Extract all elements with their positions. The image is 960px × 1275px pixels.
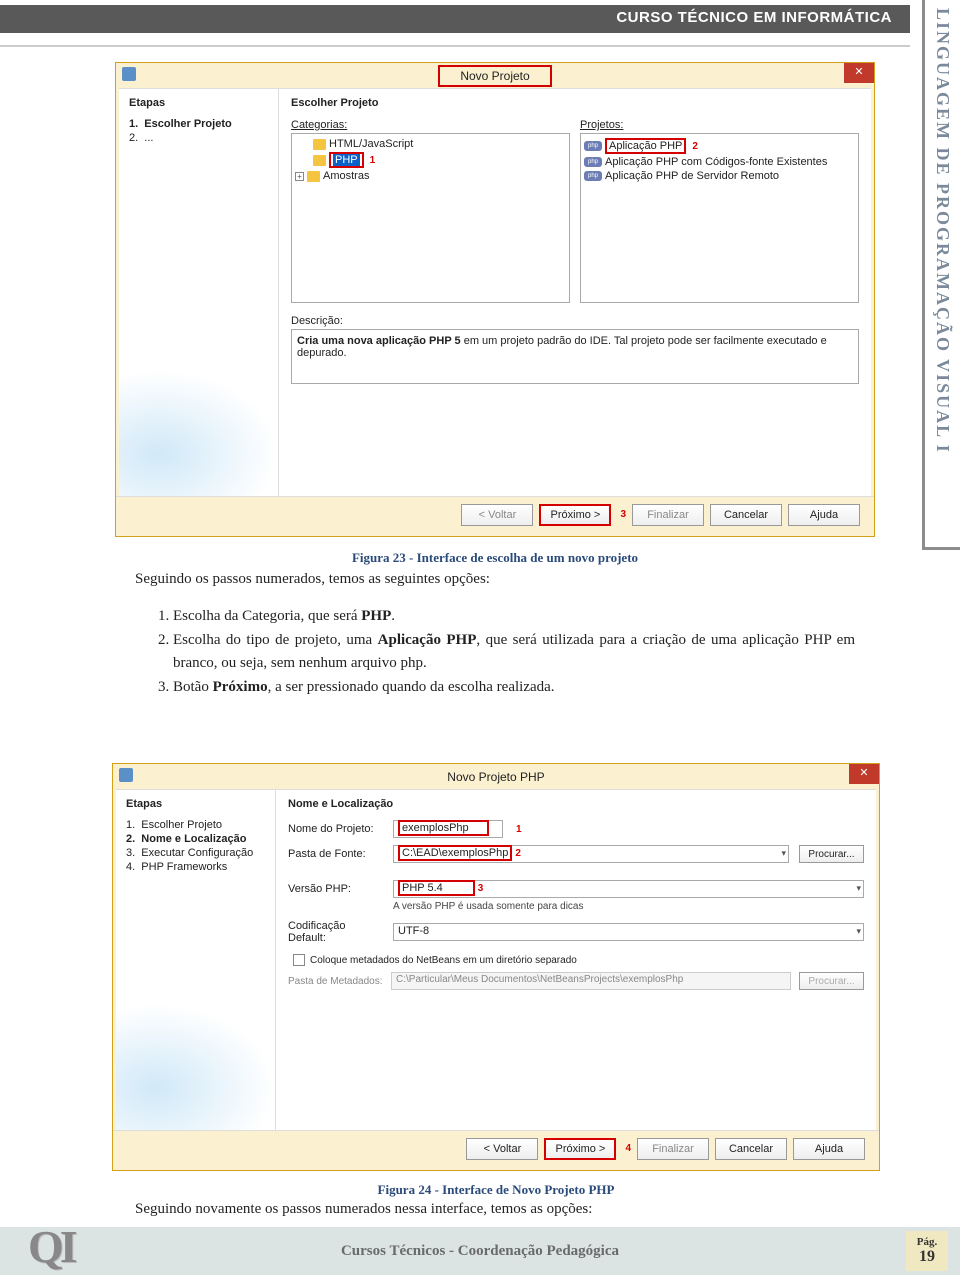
close-icon[interactable]: ✕ — [849, 764, 879, 784]
steps-heading: Etapas — [126, 798, 265, 810]
steps-panel: Etapas 1. Escolher Projeto 2. ... — [119, 89, 279, 496]
php-icon: php — [584, 157, 602, 167]
annotation-number: 4 — [625, 1143, 631, 1154]
app-icon — [122, 67, 136, 81]
help-button[interactable]: Ajuda — [793, 1138, 865, 1160]
dialog-titlebar: Novo Projeto PHP ✕ — [113, 764, 879, 789]
chevron-down-icon: ▾ — [856, 926, 861, 937]
browse-button[interactable]: Procurar... — [799, 845, 864, 863]
php-icon: php — [584, 171, 602, 181]
annotation-number: 1 — [516, 824, 522, 835]
footer-logo: QI — [28, 1220, 74, 1273]
next-button[interactable]: Próximo > — [544, 1138, 616, 1160]
step-item: 4. PHP Frameworks — [126, 860, 265, 874]
list-item: Escolha do tipo de projeto, uma Aplicaçã… — [173, 629, 855, 674]
steps-panel: Etapas 1. Escolher Projeto 2. Nome e Loc… — [116, 790, 276, 1130]
step-item: 1. Escolher Projeto — [126, 818, 265, 832]
dialog-footer: < Voltar Próximo > 3 Finalizar Cancelar … — [116, 496, 874, 532]
next-button[interactable]: Próximo > — [539, 504, 611, 526]
description-box: Cria uma nova aplicação PHP 5 em um proj… — [291, 329, 859, 384]
section-title: Escolher Projeto — [291, 97, 859, 109]
list-item: phpAplicação PHP de Servidor Remoto — [584, 169, 855, 183]
chevron-down-icon: ▾ — [856, 883, 861, 894]
annotation-number: 3 — [620, 509, 626, 520]
finish-button[interactable]: Finalizar — [637, 1138, 709, 1160]
php-icon: php — [584, 141, 602, 151]
sidebar-title-box: LINGUAGEM DE PROGRAMAÇÃO VISUAL I — [922, 0, 960, 550]
dialog-novo-projeto: Novo Projeto ✕ Etapas 1. Escolher Projet… — [115, 62, 875, 537]
dialog-title: Novo Projeto PHP — [447, 770, 544, 784]
dialog-titlebar: Novo Projeto ✕ — [116, 63, 874, 88]
step-item: 2. ... — [129, 131, 268, 145]
sidebar-title: LINGUAGEM DE PROGRAMAÇÃO VISUAL I — [932, 8, 953, 454]
categories-listbox[interactable]: HTML/JavaScript PHP1 +Amostras — [291, 133, 570, 303]
dialog-content: Nome e Localização Nome do Projeto: exem… — [276, 790, 876, 1130]
folder-icon — [307, 171, 320, 182]
list-item: Botão Próximo, a ser pressionado quando … — [173, 676, 855, 699]
projects-listbox[interactable]: phpAplicação PHP2 phpAplicação PHP com C… — [580, 133, 859, 303]
list-item: phpAplicação PHP2 — [584, 137, 855, 155]
figure-caption-23: Figura 23 - Interface de escolha de um n… — [115, 550, 875, 566]
dialog-novo-projeto-php: Novo Projeto PHP ✕ Etapas 1. Escolher Pr… — [112, 763, 880, 1171]
list-item: phpAplicação PHP com Códigos-fonte Exist… — [584, 155, 855, 169]
steps-heading: Etapas — [129, 97, 268, 109]
cancel-button[interactable]: Cancelar — [715, 1138, 787, 1160]
step-item: 3. Executar Configuração — [126, 846, 265, 860]
php-version-select[interactable]: PHP 5.43▾ — [393, 880, 864, 898]
projects-label: Projetos: — [580, 119, 859, 131]
step-item: 1. Escolher Projeto — [129, 117, 268, 131]
encoding-label: Codificação Default: — [288, 920, 383, 944]
tree-item: HTML/JavaScript — [295, 137, 566, 151]
page-number-badge: Pág. 19 — [906, 1231, 948, 1271]
header-rule — [0, 45, 910, 47]
description-label: Descrição: — [291, 315, 859, 327]
section-title: Nome e Localização — [288, 798, 864, 810]
meta-folder-input: C:\Particular\Meus Documentos\NetBeansPr… — [391, 972, 791, 990]
steps-list: 1. Escolher Projeto 2. ... — [129, 117, 268, 145]
browse-button-disabled: Procurar... — [799, 972, 864, 990]
dialog-footer: < Voltar Próximo > 4 Finalizar Cancelar … — [113, 1130, 879, 1166]
back-button[interactable]: < Voltar — [466, 1138, 538, 1160]
figure-caption-24: Figura 24 - Interface de Novo Projeto PH… — [112, 1182, 880, 1198]
meta-label: Pasta de Metadados: — [288, 976, 383, 987]
folder-icon — [313, 139, 326, 150]
project-name-input[interactable]: exemplosPhp — [393, 820, 503, 838]
encoding-select[interactable]: UTF-8▾ — [393, 923, 864, 941]
close-icon[interactable]: ✕ — [844, 63, 874, 83]
tree-item: +Amostras — [295, 169, 566, 183]
body-paragraph-2: Seguindo novamente os passos numerados n… — [135, 1198, 855, 1221]
version-hint: A versão PHP é usada somente para dicas — [393, 901, 864, 912]
help-button[interactable]: Ajuda — [788, 504, 860, 526]
metadata-checkbox-row[interactable]: Coloque metadados do NetBeans em um dire… — [293, 954, 864, 966]
list-item: Escolha da Categoria, que será PHP. — [173, 605, 855, 628]
categories-label: Categorias: — [291, 119, 570, 131]
folder-icon — [313, 155, 326, 166]
body-paragraph-1: Seguindo os passos numerados, temos as s… — [135, 568, 855, 701]
step-item: 2. Nome e Localização — [126, 832, 265, 846]
app-icon — [119, 768, 133, 782]
chevron-down-icon: ▾ — [781, 848, 786, 859]
source-label: Pasta de Fonte: — [288, 848, 383, 860]
page-footer: QI Cursos Técnicos - Coordenação Pedagóg… — [0, 1227, 960, 1275]
version-label: Versão PHP: — [288, 883, 383, 895]
tree-item: PHP1 — [295, 151, 566, 169]
name-label: Nome do Projeto: — [288, 823, 383, 835]
expand-icon[interactable]: + — [295, 172, 304, 181]
dialog-content: Escolher Projeto Categorias: HTML/JavaSc… — [279, 89, 871, 496]
steps-list: 1. Escolher Projeto 2. Nome e Localizaçã… — [126, 818, 265, 874]
dialog-title: Novo Projeto — [438, 65, 551, 87]
back-button[interactable]: < Voltar — [461, 504, 533, 526]
source-folder-input[interactable]: C:\EAD\exemplosPhp2▾ — [393, 845, 789, 863]
cancel-button[interactable]: Cancelar — [710, 504, 782, 526]
finish-button[interactable]: Finalizar — [632, 504, 704, 526]
footer-text: Cursos Técnicos - Coordenação Pedagógica — [0, 1243, 960, 1260]
checkbox-icon[interactable] — [293, 954, 305, 966]
course-header: CURSO TÉCNICO EM INFORMÁTICA — [0, 5, 910, 33]
